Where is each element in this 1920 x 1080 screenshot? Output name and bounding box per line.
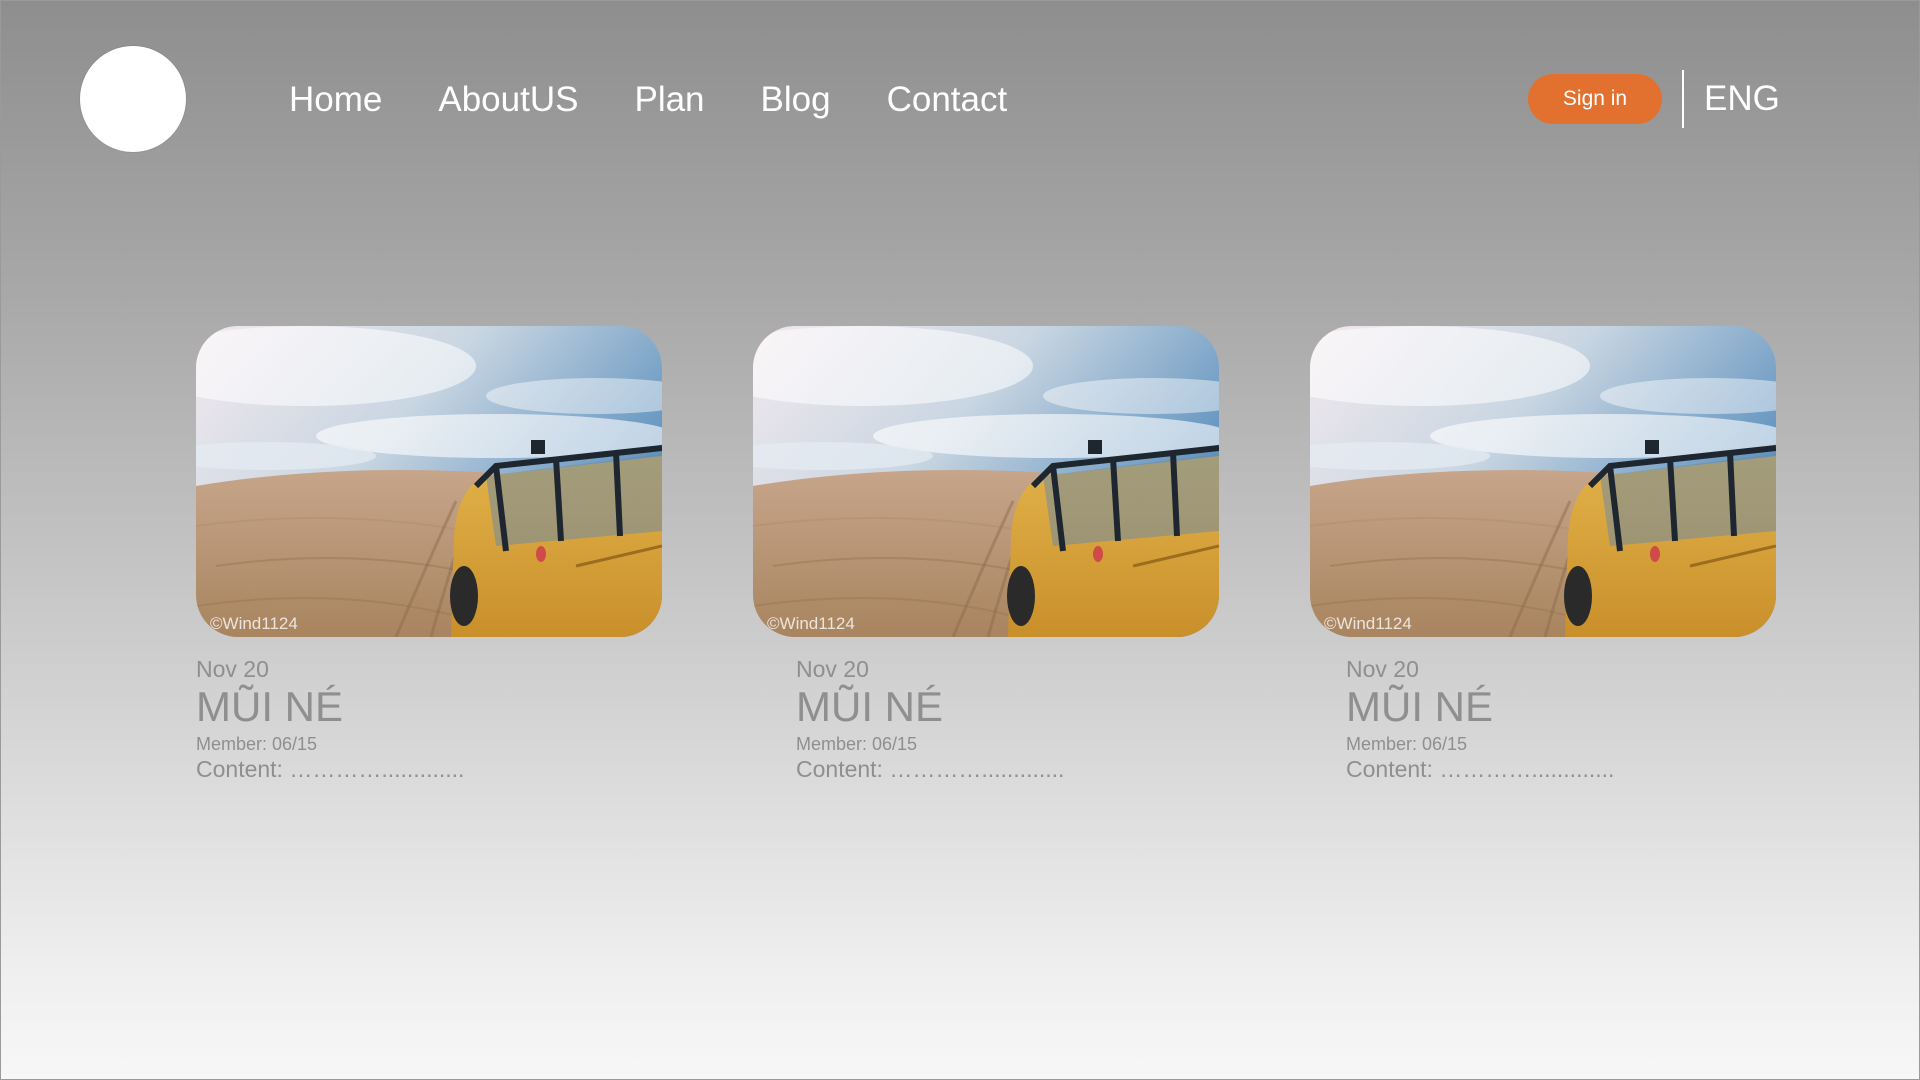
- card-date: Nov 20: [1346, 656, 1419, 682]
- desert-jeep-image: [753, 326, 1219, 637]
- card-photo[interactable]: ©Wind1124: [753, 326, 1219, 637]
- card-date: Nov 20: [796, 656, 869, 682]
- card-meta: Nov 20 MŨI NÉ Member: 06/15 Content: …………: [1346, 656, 1614, 783]
- nav-contact[interactable]: Contact: [887, 78, 1008, 122]
- card-title[interactable]: MŨI NÉ: [1346, 684, 1614, 730]
- header-divider: [1682, 70, 1684, 128]
- photo-watermark: ©Wind1124: [1324, 614, 1412, 633]
- nav-blog[interactable]: Blog: [761, 78, 831, 122]
- card-content: Content: ………….............: [796, 756, 1065, 782]
- card-photo[interactable]: ©Wind1124: [196, 326, 662, 637]
- logo-circle[interactable]: [80, 46, 186, 152]
- desert-jeep-image: [196, 326, 662, 637]
- card-title[interactable]: MŨI NÉ: [196, 684, 464, 730]
- main-nav: Home AboutUS Plan Blog Contact: [289, 78, 1063, 122]
- desert-jeep-image: [1310, 326, 1776, 637]
- photo-watermark: ©Wind1124: [767, 614, 855, 633]
- card-meta: Nov 20 MŨI NÉ Member: 06/15 Content: …………: [796, 656, 1064, 783]
- nav-home[interactable]: Home: [289, 78, 382, 122]
- sign-in-button[interactable]: Sign in: [1528, 74, 1662, 124]
- nav-plan[interactable]: Plan: [634, 78, 704, 122]
- photo-watermark: ©Wind1124: [210, 614, 298, 633]
- card-content: Content: ………….............: [1346, 756, 1615, 782]
- card-member: Member: 06/15: [196, 734, 318, 754]
- card-content: Content: ………….............: [196, 756, 465, 782]
- card-meta: Nov 20 MŨI NÉ Member: 06/15 Content: …………: [196, 656, 464, 783]
- language-selector[interactable]: ENG: [1704, 77, 1780, 121]
- card-photo[interactable]: ©Wind1124: [1310, 326, 1776, 637]
- blog-card[interactable]: ©Wind1124 Nov 20 MŨI NÉ Member: 06/15 Co…: [753, 326, 1219, 782]
- nav-about-us[interactable]: AboutUS: [438, 78, 578, 122]
- card-date: Nov 20: [196, 656, 269, 682]
- blog-card[interactable]: ©Wind1124 Nov 20 MŨI NÉ Member: 06/15 Co…: [196, 326, 662, 782]
- card-member: Member: 06/15: [1346, 734, 1468, 754]
- card-title[interactable]: MŨI NÉ: [796, 684, 1064, 730]
- card-member: Member: 06/15: [796, 734, 918, 754]
- blog-card[interactable]: ©Wind1124 Nov 20 MŨI NÉ Member: 06/15 Co…: [1310, 326, 1776, 782]
